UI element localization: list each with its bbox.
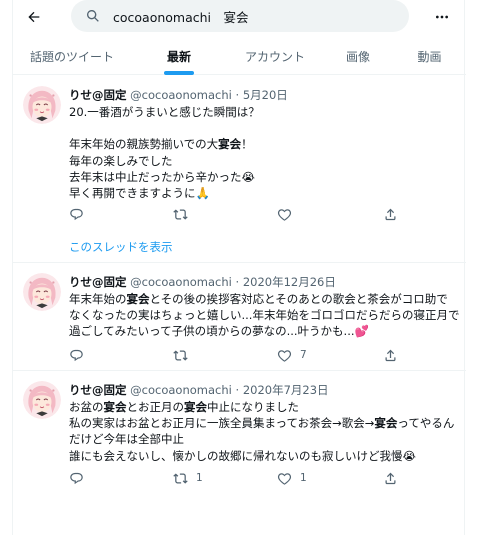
retweet-button[interactable] — [173, 205, 196, 223]
tweet-text: 年末年始の宴会とその後の挨拶客対応とそのあとの歌会と茶会がコロ助で なくなったの… — [69, 291, 459, 340]
tweet-line: 過ごしてみたいって子供の頃からの夢なの...叶うかも...💕 — [69, 324, 369, 339]
tweet-line: お盆の宴会とお正月の宴会中止になりました — [69, 400, 299, 414]
share-icon — [385, 472, 396, 484]
active-tab-indicator — [164, 71, 194, 75]
more-dots-icon — [436, 15, 448, 19]
tweet-header: りせ@固定 @cocoaonomachi · 2020年7月23日 — [69, 382, 329, 398]
tab-latest[interactable]: 最新 — [131, 38, 227, 75]
tweet-header: りせ@固定 @cocoaonomachi · 2020年12月26日 — [69, 274, 336, 290]
reply-icon — [70, 208, 83, 220]
tab-top[interactable]: 話題のツイート — [13, 38, 131, 75]
back-button[interactable] — [21, 4, 47, 30]
share-icon — [385, 208, 396, 220]
tweet-text: お盆の宴会とお正月の宴会中止になりました 私の実家はお盆とお正月に一族全員集まっ… — [69, 399, 459, 464]
tweet-line: 年末年始の親族勢揃いでの大宴会！ — [69, 137, 253, 152]
tab-accounts[interactable]: アカウント — [227, 38, 323, 75]
user-handle[interactable]: @cocoaonomachi — [130, 88, 232, 102]
tweet[interactable]: りせ@固定 @cocoaonomachi · 2020年12月26日 年末年始の… — [13, 263, 466, 371]
user-handle[interactable]: @cocoaonomachi — [130, 383, 232, 397]
tweet-date[interactable]: 5月20日 — [243, 88, 288, 102]
tweet-line: 私の実家はお盆とお正月に一族全員集まってお茶会→歌会→宴会ってやるん — [69, 416, 455, 431]
tweet-line — [69, 120, 459, 136]
like-count: 7 — [300, 349, 307, 361]
tweet-header: りせ@固定 @cocoaonomachi · 5月20日 — [69, 87, 288, 103]
share-button[interactable] — [383, 205, 398, 223]
heart-icon — [277, 349, 292, 362]
retweet-count: 1 — [196, 472, 203, 484]
separator: · — [231, 383, 243, 397]
anime-girl-avatar-icon — [23, 86, 61, 124]
user-handle[interactable]: @cocoaonomachi — [130, 275, 232, 289]
tweet-text: 20.一番酒がうまいと感じた瞬間は？ 年末年始の親族勢揃いでの大宴会！ 毎年の楽… — [69, 104, 459, 201]
share-button[interactable] — [383, 346, 398, 364]
avatar[interactable] — [23, 381, 61, 419]
retweet-icon — [173, 349, 188, 361]
show-thread-link[interactable]: このスレッドを表示 — [69, 239, 173, 255]
tweet-line: 年末年始の宴会とその後の挨拶客対応とそのあとの歌会と茶会がコロ助で — [69, 292, 448, 306]
anime-girl-avatar-icon — [23, 381, 61, 419]
like-button[interactable] — [277, 205, 300, 223]
search-input[interactable]: cocoaonomachi 宴会 — [113, 7, 249, 26]
two-hearts-emoji: 💕 — [354, 324, 369, 339]
tab-images[interactable]: 画像 — [323, 38, 393, 75]
tweet-line: 誰にも会えないし、懐かしの故郷に帰れないのも寂しいけど我慢😭 — [69, 448, 416, 463]
search-icon — [87, 10, 99, 22]
tab-videos[interactable]: 動画 — [393, 38, 466, 75]
share-button[interactable] — [383, 469, 398, 487]
heart-icon — [277, 472, 292, 485]
retweet-icon — [173, 208, 188, 220]
separator: · — [231, 88, 243, 102]
tweet-line: 20.一番酒がうまいと感じた瞬間は？ — [69, 105, 260, 119]
tweet[interactable]: りせ@固定 @cocoaonomachi · 2020年7月23日 お盆の宴会と… — [13, 371, 466, 535]
tweet-line: 毎年の楽しみでした — [69, 153, 173, 168]
reply-button[interactable] — [69, 346, 92, 364]
avatar[interactable] — [23, 86, 61, 124]
retweet-button[interactable] — [173, 346, 196, 364]
share-icon — [385, 349, 396, 361]
more-options-button[interactable] — [431, 6, 453, 28]
reply-icon — [70, 472, 83, 484]
retweet-icon — [173, 472, 188, 484]
tweet-line: だけど今年は全部中止 — [69, 432, 184, 447]
anime-girl-avatar-icon — [23, 273, 61, 311]
like-count: 1 — [300, 472, 307, 484]
display-name[interactable]: りせ@固定 — [69, 275, 127, 289]
search-header: cocoaonomachi 宴会 — [13, 0, 466, 34]
search-tabs: 話題のツイート 最新 アカウント 画像 動画 — [13, 38, 466, 75]
crying-face-emoji: 😭 — [241, 169, 255, 184]
reply-button[interactable] — [69, 205, 92, 223]
tweet-actions — [69, 205, 399, 223]
avatar[interactable] — [23, 273, 61, 311]
like-button[interactable]: 1 — [277, 469, 307, 487]
display-name[interactable]: りせ@固定 — [69, 88, 127, 102]
tweet-date[interactable]: 2020年7月23日 — [243, 383, 329, 397]
retweet-button[interactable]: 1 — [173, 469, 203, 487]
display-name[interactable]: りせ@固定 — [69, 383, 127, 397]
tweet[interactable]: りせ@固定 @cocoaonomachi · 5月20日 20.一番酒がうまいと… — [13, 76, 466, 263]
search-box[interactable]: cocoaonomachi 宴会 — [71, 0, 409, 32]
tweet-line: なくなったの実はちょっと嬉しい...年末年始をゴロゴロだらだらの寝正月で — [69, 308, 460, 323]
crying-face-emoji: 😭 — [402, 448, 416, 463]
arrow-left-icon — [28, 11, 40, 23]
reply-icon — [70, 349, 83, 361]
tweet-actions: 1 1 — [69, 469, 399, 487]
tweet-line: 早く再開できますように🙏 — [69, 185, 210, 200]
tweet-line: 去年末は中止だったから辛かった😭 — [69, 169, 255, 184]
heart-icon — [277, 208, 292, 221]
folded-hands-emoji: 🙏 — [195, 185, 210, 200]
timeline-column: cocoaonomachi 宴会 話題のツイート 最新 アカウント 画像 動画 … — [12, 0, 466, 535]
like-button[interactable]: 7 — [277, 346, 307, 364]
tweet-actions: 7 — [69, 346, 399, 364]
reply-button[interactable] — [69, 469, 92, 487]
tweet-date[interactable]: 2020年12月26日 — [243, 275, 336, 289]
separator: · — [231, 275, 243, 289]
